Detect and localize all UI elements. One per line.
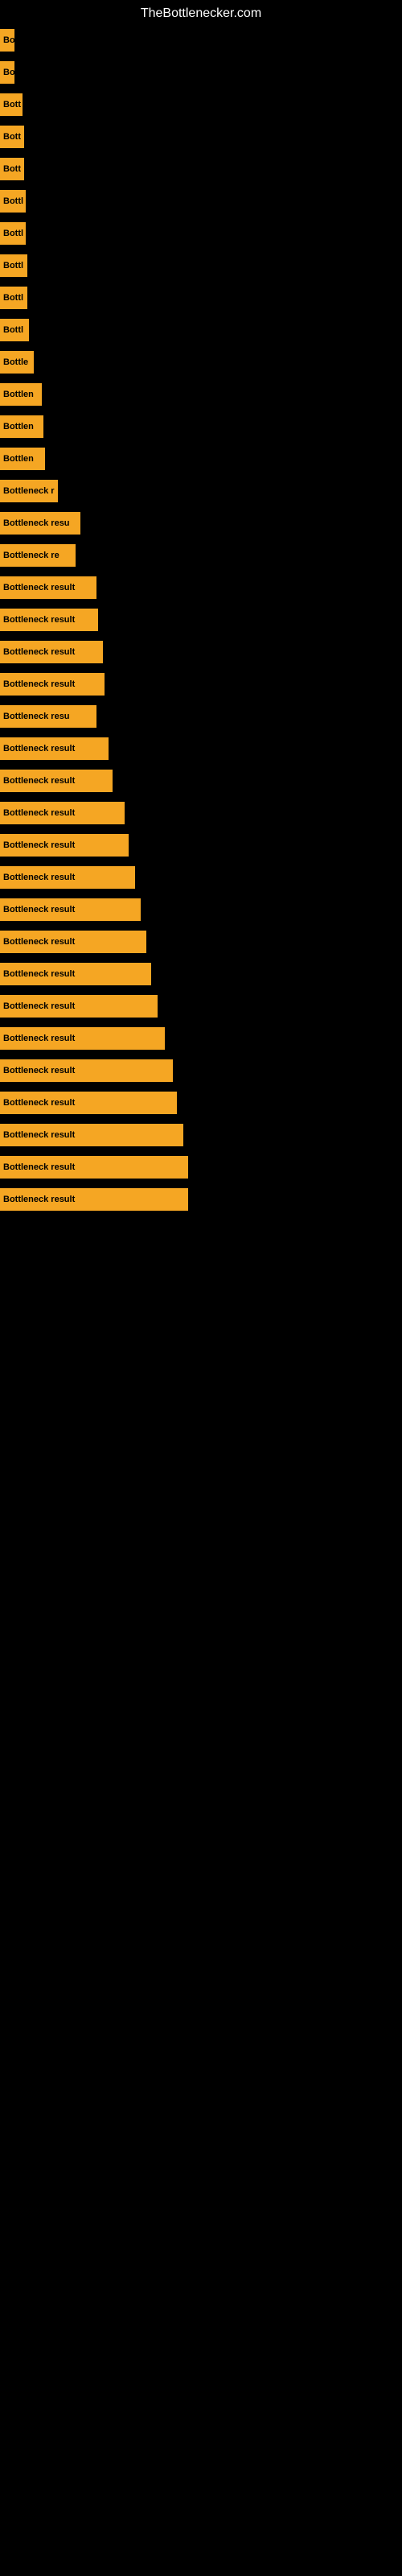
bar-row: Bottleneck result [0, 990, 402, 1022]
bottleneck-bar: Bottleneck result [0, 1027, 165, 1050]
bar-row: Bo [0, 56, 402, 89]
bar-row: Bottlen [0, 443, 402, 475]
bar-row: Bottleneck resu [0, 507, 402, 539]
bar-row: Bottleneck resu [0, 700, 402, 733]
bar-row: Bottleneck result [0, 1119, 402, 1151]
bar-row: Bottleneck result [0, 861, 402, 894]
bottleneck-bar: Bottlen [0, 415, 43, 438]
bar-row: Bottleneck result [0, 894, 402, 926]
bottleneck-bar: Bottle [0, 351, 34, 374]
bottleneck-bar: Bottleneck result [0, 1156, 188, 1179]
bottleneck-bar: Bottleneck result [0, 1059, 173, 1082]
bottleneck-bar: Bottleneck result [0, 770, 113, 792]
bottleneck-bar: Bottleneck result [0, 576, 96, 599]
bar-row: Bottlen [0, 378, 402, 411]
bar-row: Bottleneck result [0, 636, 402, 668]
bottleneck-bar: Bottleneck result [0, 1124, 183, 1146]
bottleneck-bar: Bottleneck result [0, 931, 146, 953]
bottleneck-bar: Bottleneck result [0, 673, 105, 696]
bar-row: Bottleneck result [0, 1055, 402, 1087]
bar-row: Bottleneck result [0, 1022, 402, 1055]
bottleneck-bar: Bottl [0, 190, 26, 213]
bottleneck-bar: Bottleneck result [0, 802, 125, 824]
bottleneck-bar: Bottleneck result [0, 1092, 177, 1114]
bottleneck-bar: Bottleneck result [0, 737, 109, 760]
bottleneck-bar: Bott [0, 126, 24, 148]
bar-row: Bottleneck r [0, 475, 402, 507]
bottleneck-bar: Bottlen [0, 383, 42, 406]
bar-row: Bo [0, 24, 402, 56]
site-title: TheBottlenecker.com [0, 0, 402, 24]
bottleneck-bar: Bottl [0, 287, 27, 309]
bottleneck-bar: Bottlen [0, 448, 45, 470]
bar-row: Bottl [0, 250, 402, 282]
bar-row: Bottl [0, 282, 402, 314]
bottleneck-bar: Bottleneck result [0, 963, 151, 985]
bottleneck-bar: Bott [0, 158, 24, 180]
bar-row: Bott [0, 121, 402, 153]
bottleneck-bar: Bottleneck resu [0, 512, 80, 535]
bottleneck-bar: Bottleneck re [0, 544, 76, 567]
bottleneck-bar: Bo [0, 61, 14, 84]
bottleneck-bar: Bottleneck result [0, 898, 141, 921]
bar-row: Bottleneck result [0, 668, 402, 700]
bar-row: Bottleneck result [0, 1183, 402, 1216]
bottleneck-bar: Bottleneck resu [0, 705, 96, 728]
bar-row: Bottleneck result [0, 797, 402, 829]
bottleneck-bar: Bottleneck r [0, 480, 58, 502]
bottleneck-bar: Bottleneck result [0, 609, 98, 631]
bar-row: Bottleneck result [0, 829, 402, 861]
bar-row: Bott [0, 89, 402, 121]
bottleneck-bar: Bottl [0, 319, 29, 341]
bar-row: Bottl [0, 314, 402, 346]
bar-row: Bottleneck result [0, 926, 402, 958]
bottleneck-bar: Bottleneck result [0, 641, 103, 663]
bottleneck-bar: Bottleneck result [0, 995, 158, 1018]
bar-row: Bottleneck result [0, 1151, 402, 1183]
bar-row: Bottleneck re [0, 539, 402, 572]
bar-row: Bottleneck result [0, 958, 402, 990]
bar-row: Bottleneck result [0, 604, 402, 636]
bottleneck-bar: Bo [0, 29, 14, 52]
bottleneck-bar: Bott [0, 93, 23, 116]
bar-row: Bottleneck result [0, 733, 402, 765]
bar-row: Bottleneck result [0, 1087, 402, 1119]
bottleneck-bar: Bottleneck result [0, 834, 129, 857]
bar-row: Bott [0, 153, 402, 185]
bottleneck-bar: Bottleneck result [0, 1188, 188, 1211]
bar-row: Bottl [0, 185, 402, 217]
bar-row: Bottleneck result [0, 765, 402, 797]
bottleneck-bar: Bottl [0, 222, 26, 245]
bottleneck-bar: Bottleneck result [0, 866, 135, 889]
bar-row: Bottl [0, 217, 402, 250]
bar-row: Bottlen [0, 411, 402, 443]
bar-row: Bottleneck result [0, 572, 402, 604]
bar-row: Bottle [0, 346, 402, 378]
bottleneck-bar: Bottl [0, 254, 27, 277]
